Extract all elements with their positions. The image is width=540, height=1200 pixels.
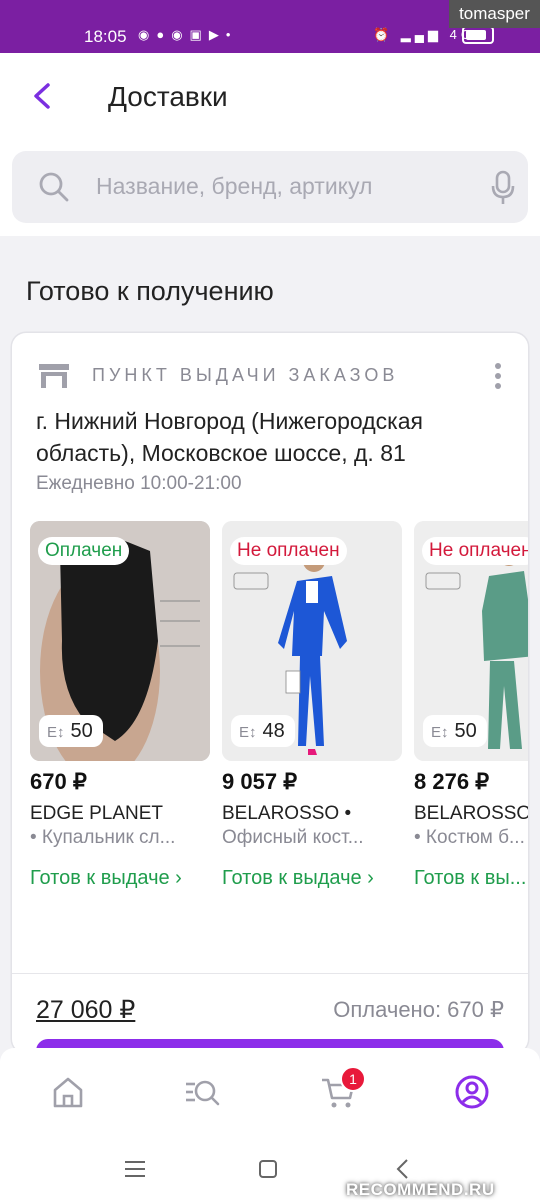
bottom-navigation: 1 (0, 1048, 540, 1138)
size-icon: E↕ (431, 724, 449, 741)
home-icon[interactable] (50, 1074, 86, 1110)
product-card[interactable]: Оплачен E↕ 50 670 ₽ EDGE PLANET • Купальн… (30, 521, 210, 889)
product-card[interactable]: Не оплачен E↕ 50 8 276 ₽ BELAROSSO • Кост… (414, 521, 528, 889)
section-title: Готово к получению (26, 276, 274, 306)
product-card[interactable]: Не оплачен E↕ 48 9 057 ₽ BELAROSSO • Офис… (222, 521, 402, 889)
payment-status-badge: Оплачен (38, 537, 130, 565)
size-icon: E↕ (47, 724, 65, 741)
product-description: Офисный кост... (222, 827, 364, 848)
battery-icon (462, 26, 494, 44)
product-description: • Купальник сл... (30, 827, 176, 848)
ready-status-link[interactable]: Готов к выдаче › (222, 867, 374, 890)
order-total[interactable]: 27 060 ₽ (36, 995, 135, 1025)
more-options-icon[interactable] (488, 361, 508, 391)
home-button-icon[interactable] (255, 1156, 281, 1182)
size-chip: E↕ 50 (423, 715, 487, 747)
size-icon: E↕ (239, 724, 257, 741)
divider (12, 973, 528, 974)
search-input[interactable]: Название, бренд, артикул (12, 151, 528, 223)
ready-status-link[interactable]: Готов к вы... (414, 867, 526, 890)
system-icons: ⏰ ▂▄▆ 4G (373, 27, 475, 42)
watermark-top: tomasper (449, 0, 540, 28)
cart-count-badge: 1 (340, 1066, 366, 1092)
store-icon (39, 364, 69, 388)
product-price: 670 ₽ (30, 769, 87, 794)
size-chip: E↕ 50 (39, 715, 103, 747)
ready-status-link[interactable]: Готов к выдаче › (30, 867, 182, 890)
watermark-bottom: RECOMMEND.RU (346, 1180, 495, 1199)
product-photo[interactable]: Не оплачен E↕ 48 (222, 521, 402, 761)
search-icon (39, 172, 69, 202)
product-photo[interactable]: Не оплачен E↕ 50 (414, 521, 528, 761)
catalog-search-icon[interactable] (184, 1074, 220, 1110)
product-price: 8 276 ₽ (414, 769, 490, 794)
search-placeholder: Название, бренд, артикул (96, 173, 373, 199)
paid-amount: Оплачено: 670 ₽ (333, 997, 504, 1022)
products-carousel[interactable]: Оплачен E↕ 50 670 ₽ EDGE PLANET • Купальн… (30, 521, 528, 891)
product-description: • Костюм б... (414, 827, 525, 848)
pickup-hours: Ежедневно 10:00-21:00 (36, 473, 242, 494)
profile-icon[interactable] (454, 1074, 490, 1110)
product-brand: EDGE PLANET (30, 803, 164, 824)
delivery-card: ПУНКТ ВЫДАЧИ ЗАКАЗОВ г. Нижний Новгород … (12, 333, 528, 1053)
payment-status-badge: Не оплачен (230, 537, 347, 565)
pickup-address: г. Нижний Новгород (Нижегородская област… (36, 408, 423, 466)
product-price: 9 057 ₽ (222, 769, 298, 794)
pickup-point-label: ПУНКТ ВЫДАЧИ ЗАКАЗОВ (92, 365, 399, 385)
product-photo[interactable]: Оплачен E↕ 50 (30, 521, 210, 761)
notification-icons: ◉●◉▣▶• (138, 27, 238, 42)
back-arrow-icon[interactable] (28, 81, 58, 111)
product-brand: BELAROSSO (414, 803, 528, 824)
app-header: Доставки Название, бренд, артикул (0, 53, 540, 236)
payment-status-badge: Не оплачен (422, 537, 528, 565)
status-time: 18:05 (84, 27, 127, 46)
page-title: Доставки (108, 81, 228, 112)
microphone-icon[interactable] (490, 170, 516, 206)
size-chip: E↕ 48 (231, 715, 295, 747)
back-button-icon[interactable] (390, 1156, 416, 1182)
recent-apps-icon[interactable] (122, 1156, 148, 1182)
product-brand: BELAROSSO • (222, 803, 352, 824)
